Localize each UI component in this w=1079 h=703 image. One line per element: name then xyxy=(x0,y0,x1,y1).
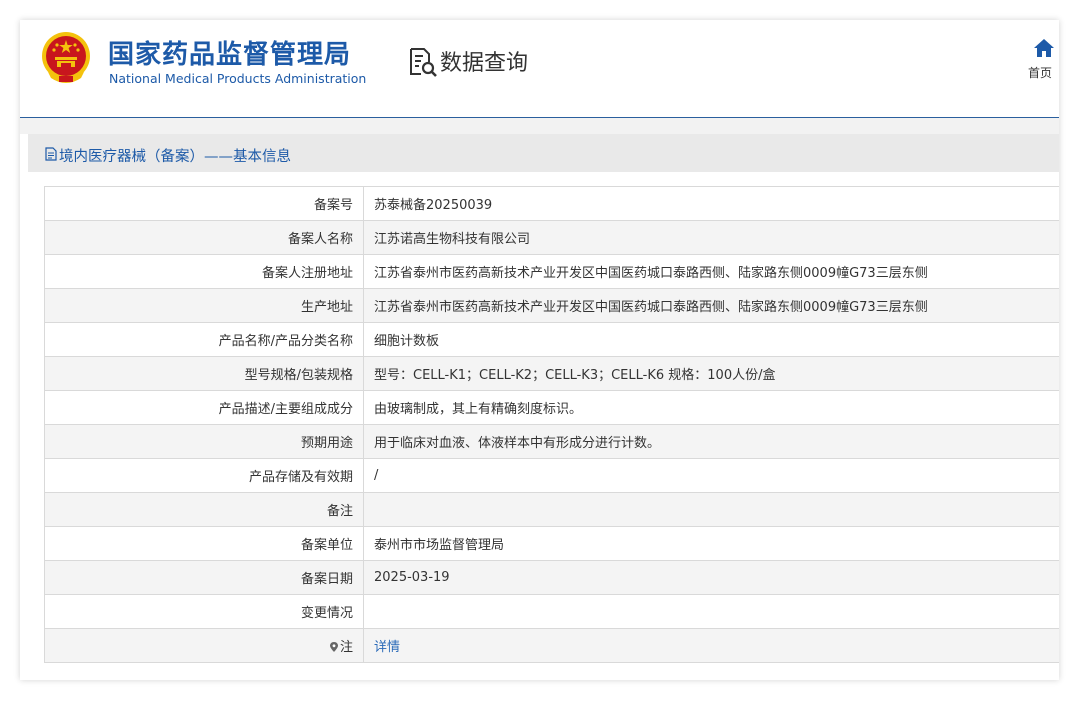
row-value-model-spec: 型号：CELL-K1；CELL-K2；CELL-K3；CELL-K6 规格：10… xyxy=(363,356,1059,391)
home-link[interactable]: 首页 xyxy=(1028,38,1059,81)
table-row: 备案人名称 江苏诺高生物科技有限公司 xyxy=(44,220,1059,255)
row-label-note: 注 xyxy=(44,628,364,663)
row-label-filer-name: 备案人名称 xyxy=(44,220,364,255)
table-row: 备案号 苏泰械备20250039 xyxy=(44,186,1059,221)
basic-info-section: 境内医疗器械（备案）——基本信息 备案号 苏泰械备20250039 备案人名称 … xyxy=(28,134,1059,680)
row-label-product-description: 产品描述/主要组成成分 xyxy=(44,390,364,425)
page-title: 数据查询 xyxy=(440,51,529,76)
row-label-registered-address: 备案人注册地址 xyxy=(44,254,364,289)
table-row: 备案人注册地址 江苏省泰州市医药高新技术产业开发区中国医药城口泰路西侧、陆家路东… xyxy=(44,254,1059,289)
info-table: 备案号 苏泰械备20250039 备案人名称 江苏诺高生物科技有限公司 备案人注… xyxy=(44,186,1059,663)
table-row: 备注 xyxy=(44,492,1059,527)
row-value-storage-validity: / xyxy=(363,458,1059,493)
table-row: 预期用途 用于临床对血液、体液样本中有形成分进行计数。 xyxy=(44,424,1059,459)
table-row: 型号规格/包装规格 型号：CELL-K1；CELL-K2；CELL-K3；CEL… xyxy=(44,356,1059,391)
row-value-registered-address: 江苏省泰州市医药高新技术产业开发区中国医药城口泰路西侧、陆家路东侧0009幢G7… xyxy=(363,254,1059,289)
row-label-product-name: 产品名称/产品分类名称 xyxy=(44,322,364,357)
row-value-remarks xyxy=(363,492,1059,527)
row-value-changes xyxy=(363,594,1059,629)
row-label-filing-date: 备案日期 xyxy=(44,560,364,595)
info-table-container: 备案号 苏泰械备20250039 备案人名称 江苏诺高生物科技有限公司 备案人注… xyxy=(44,186,1059,663)
header-divider-band xyxy=(20,118,1059,134)
document-search-icon xyxy=(410,48,437,77)
table-row: 变更情况 xyxy=(44,594,1059,629)
section-header: 境内医疗器械（备案）——基本信息 xyxy=(28,134,1059,172)
table-row: 产品描述/主要组成成分 由玻璃制成，其上有精确刻度标识。 xyxy=(44,390,1059,425)
row-value-intended-use: 用于临床对血液、体液样本中有形成分进行计数。 xyxy=(363,424,1059,459)
table-row: 备案单位 泰州市市场监督管理局 xyxy=(44,526,1059,561)
document-icon xyxy=(45,147,57,161)
row-label-production-address: 生产地址 xyxy=(44,288,364,323)
row-value-product-description: 由玻璃制成，其上有精确刻度标识。 xyxy=(363,390,1059,425)
row-label-filing-number: 备案号 xyxy=(44,186,364,221)
section-title: 境内医疗器械（备案）——基本信息 xyxy=(59,149,291,165)
page-card: 国家药品监督管理局 National Medical Products Admi… xyxy=(20,20,1059,680)
row-value-filing-date: 2025-03-19 xyxy=(363,560,1059,595)
row-label-changes: 变更情况 xyxy=(44,594,364,629)
row-label-storage-validity: 产品存储及有效期 xyxy=(44,458,364,493)
row-value-product-name: 细胞计数板 xyxy=(363,322,1059,357)
row-label-filing-unit: 备案单位 xyxy=(44,526,364,561)
row-value-filing-unit: 泰州市市场监督管理局 xyxy=(363,526,1059,561)
pin-icon xyxy=(329,642,338,652)
table-row: 生产地址 江苏省泰州市医药高新技术产业开发区中国医药城口泰路西侧、陆家路东侧00… xyxy=(44,288,1059,323)
home-icon xyxy=(1034,39,1054,57)
row-label-model-spec: 型号规格/包装规格 xyxy=(44,356,364,391)
site-brand-title: 国家药品监督管理局 xyxy=(108,40,352,70)
home-label: 首页 xyxy=(1028,66,1053,80)
national-emblem-icon xyxy=(42,32,90,83)
note-label-text: 注 xyxy=(339,640,353,655)
row-value-filing-number: 苏泰械备20250039 xyxy=(363,186,1059,221)
site-brand-subtitle: National Medical Products Administration xyxy=(109,71,367,86)
table-row: 产品存储及有效期 / xyxy=(44,458,1059,493)
table-row: 备案日期 2025-03-19 xyxy=(44,560,1059,595)
row-value-filer-name: 江苏诺高生物科技有限公司 xyxy=(363,220,1059,255)
row-label-remarks: 备注 xyxy=(44,492,364,527)
row-label-intended-use: 预期用途 xyxy=(44,424,364,459)
details-link[interactable]: 详情 xyxy=(363,628,1059,663)
site-header: 国家药品监督管理局 National Medical Products Admi… xyxy=(20,20,1059,118)
table-row: 注 详情 xyxy=(44,628,1059,663)
table-row: 产品名称/产品分类名称 细胞计数板 xyxy=(44,322,1059,357)
row-value-production-address: 江苏省泰州市医药高新技术产业开发区中国医药城口泰路西侧、陆家路东侧0009幢G7… xyxy=(363,288,1059,323)
